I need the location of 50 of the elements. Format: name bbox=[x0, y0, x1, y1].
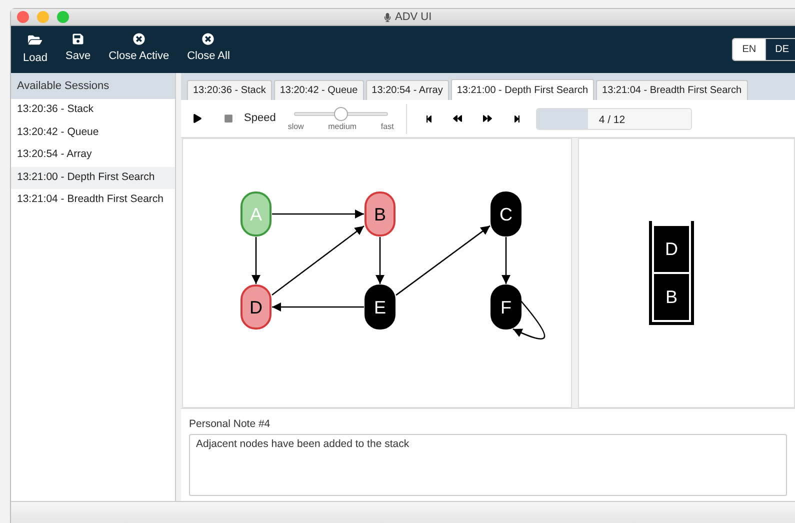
stack-item: D bbox=[654, 226, 689, 272]
sidebar-header: Available Sessions bbox=[11, 73, 175, 99]
edge-arrow bbox=[375, 237, 385, 284]
slider-tick-label: slow bbox=[288, 121, 304, 133]
fast-forward-icon[interactable] bbox=[482, 114, 492, 123]
toolbar-button[interactable]: Load bbox=[23, 32, 48, 66]
skip-to-start-icon[interactable] bbox=[424, 114, 433, 122]
slider-thumb[interactable] bbox=[334, 107, 348, 121]
edge-arrow bbox=[501, 237, 511, 284]
speed-label: Speed bbox=[244, 111, 276, 126]
session-tab[interactable]: 13:20:54 - Array bbox=[366, 80, 449, 100]
slider-tick-label: fast bbox=[380, 121, 394, 133]
note-field[interactable]: Adjacent nodes have been added to the stack bbox=[189, 434, 787, 496]
session-item[interactable]: 13:21:04 - Breadth First Search bbox=[11, 189, 175, 212]
skip-to-end-icon[interactable] bbox=[512, 114, 521, 122]
close-icon bbox=[132, 32, 145, 45]
session-item[interactable]: 13:20:42 - Queue bbox=[11, 122, 175, 144]
toolbar-button[interactable]: Close Active bbox=[108, 32, 170, 66]
note-label: Personal Note #4 bbox=[189, 417, 272, 432]
close-window-button[interactable] bbox=[17, 11, 29, 23]
maximize-window-button[interactable] bbox=[57, 11, 69, 23]
play-icon[interactable] bbox=[193, 114, 202, 123]
graph-node: D bbox=[240, 284, 272, 330]
toolbar-button[interactable]: Save bbox=[65, 32, 91, 66]
graph-node: B bbox=[364, 192, 396, 236]
stop-icon[interactable] bbox=[224, 114, 233, 123]
self-loop-arrow bbox=[512, 300, 546, 340]
graph-node: C bbox=[490, 192, 522, 236]
session-item[interactable]: 13:20:54 - Array bbox=[11, 144, 175, 166]
speed-slider[interactable] bbox=[294, 107, 388, 121]
slider-tick-label: medium bbox=[328, 121, 357, 133]
rewind-icon[interactable] bbox=[452, 114, 462, 123]
session-tab[interactable]: 13:20:36 - Stack bbox=[187, 80, 272, 100]
session-tab[interactable]: 13:20:42 - Queue bbox=[274, 80, 364, 100]
graph-node: E bbox=[364, 284, 396, 330]
progress-reading: 4 / 12 bbox=[598, 112, 626, 128]
stack-item: B bbox=[654, 274, 689, 320]
close-icon bbox=[202, 32, 214, 45]
microphone-icon bbox=[383, 12, 392, 22]
folder-icon bbox=[28, 32, 42, 47]
session-tab[interactable]: 13:21:04 - Breadth First Search bbox=[596, 80, 748, 100]
window-title: ADV UI bbox=[395, 10, 432, 25]
edge-arrow bbox=[251, 237, 261, 284]
session-item[interactable]: 13:21:00 - Depth First Search bbox=[11, 166, 175, 189]
graph-node: A bbox=[240, 192, 272, 236]
language-toggle[interactable]: EN bbox=[733, 39, 766, 60]
session-tab[interactable]: 13:21:00 - Depth First Search bbox=[450, 79, 594, 100]
toolbar-button[interactable]: Close All bbox=[187, 32, 230, 66]
graph-node: F bbox=[490, 284, 522, 330]
session-item[interactable]: 13:20:36 - Stack bbox=[11, 99, 175, 122]
